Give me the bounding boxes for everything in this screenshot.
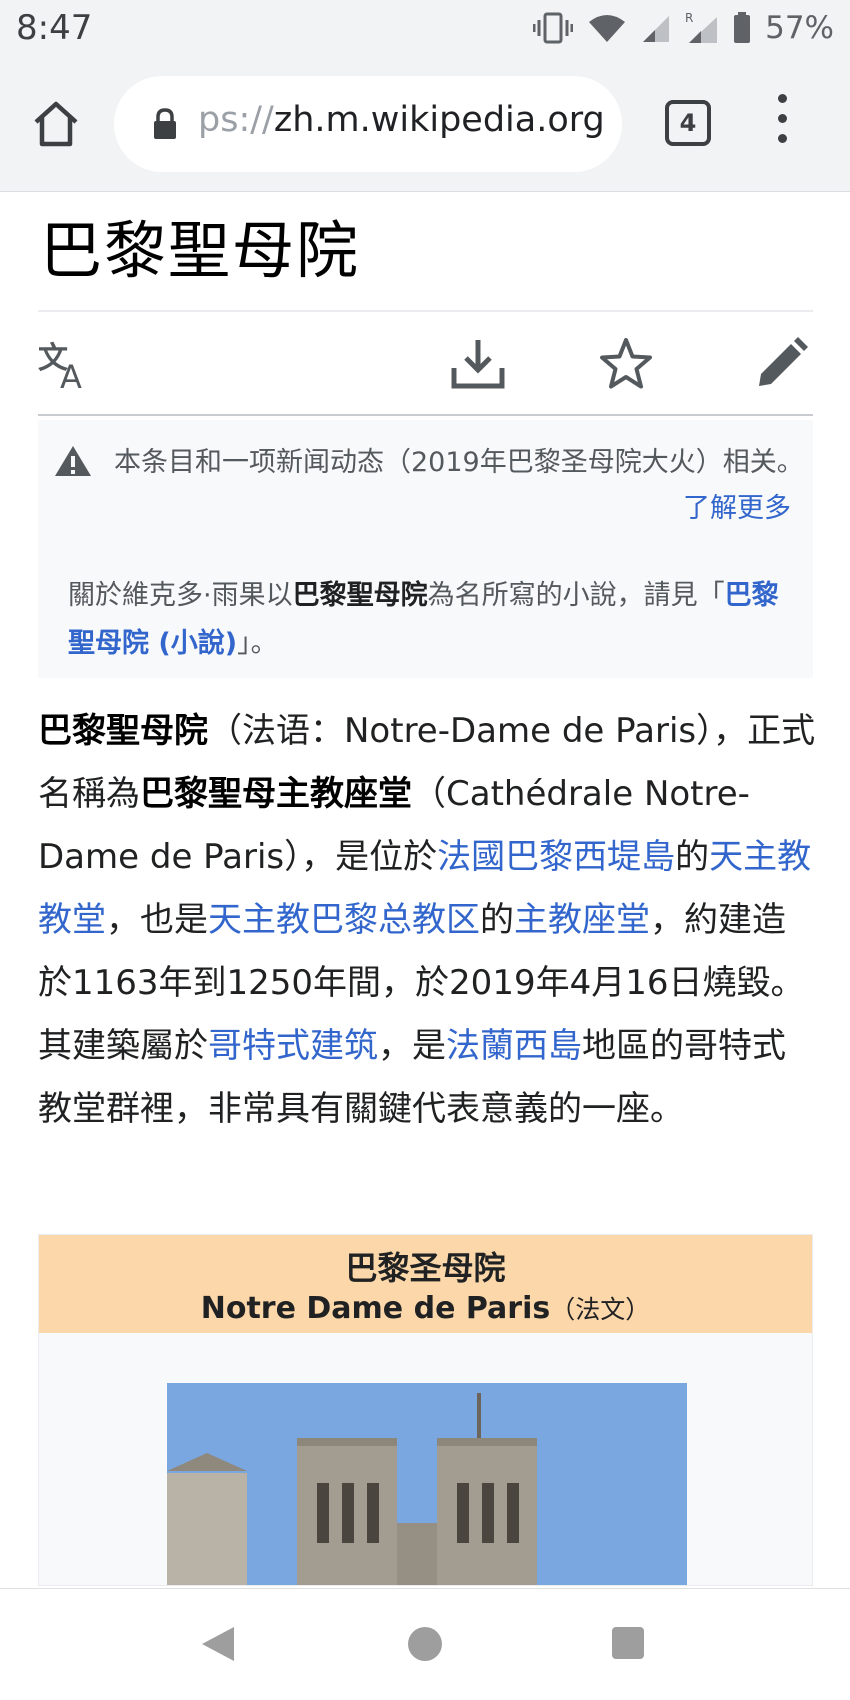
lock-icon <box>154 108 176 139</box>
home-icon[interactable] <box>30 98 82 150</box>
status-bar: 8:47 R 57% <box>0 0 850 58</box>
browser-toolbar: ps://zh.m.wikipedia.org 4 <box>0 58 850 192</box>
infobox-subtitle: Notre Dame de Paris（法文） <box>200 1291 651 1326</box>
status-time: 8:47 <box>16 8 93 48</box>
learn-more-link[interactable]: 了解更多 <box>683 486 791 525</box>
notice-box: 本条目和一项新闻动态（2019年巴黎圣母院大火）相关。 了解更多 關於維克多·雨… <box>38 420 813 678</box>
divider <box>38 310 813 312</box>
system-nav-bar <box>0 1588 850 1700</box>
link-archdiocese-paris[interactable]: 天主教巴黎总教区 <box>208 900 480 940</box>
intro-paragraph: 巴黎聖母院（法语：Notre-Dame de Paris），正式名稱為巴黎聖母主… <box>38 711 816 1129</box>
url-text: ps://zh.m.wikipedia.org <box>198 100 605 140</box>
svg-text:R: R <box>685 11 693 25</box>
link-ile-de-la-cite[interactable]: 法國巴黎西堤島 <box>437 837 675 877</box>
tab-switcher-button[interactable]: 4 <box>665 100 711 146</box>
signal-roaming-icon: R <box>685 11 718 43</box>
link-gothic-architecture[interactable]: 哥特式建筑 <box>208 1026 378 1066</box>
warning-icon <box>55 446 91 476</box>
page-actions: 文 A <box>38 322 813 412</box>
svg-text:A: A <box>60 358 82 390</box>
back-icon[interactable] <box>200 1625 236 1663</box>
signal-icon <box>643 16 670 42</box>
overflow-menu-icon[interactable] <box>770 94 794 154</box>
edit-pencil-icon[interactable] <box>753 336 809 392</box>
language-icon[interactable]: 文 A <box>38 340 98 390</box>
link-cathedral[interactable]: 主教座堂 <box>514 900 650 940</box>
divider <box>38 414 813 416</box>
battery-percent: 57% <box>765 10 834 46</box>
page-title: 巴黎聖母院 <box>40 214 361 287</box>
infobox-header: 巴黎圣母院 Notre Dame de Paris（法文） <box>39 1235 812 1333</box>
battery-icon <box>734 12 751 43</box>
infobox-title: 巴黎圣母院 <box>345 1249 506 1287</box>
watch-star-icon[interactable] <box>598 336 654 392</box>
link-ile-de-france[interactable]: 法蘭西島 <box>446 1026 582 1066</box>
download-icon[interactable] <box>450 336 506 392</box>
cathedral-photo[interactable] <box>167 1383 687 1586</box>
status-icons: R 57% <box>533 10 834 46</box>
wifi-icon <box>589 15 626 42</box>
infobox: 巴黎圣母院 Notre Dame de Paris（法文） <box>38 1234 813 1586</box>
recents-icon[interactable] <box>612 1627 644 1659</box>
current-event-notice: 本条目和一项新闻动态（2019年巴黎圣母院大火）相关。 <box>114 447 804 478</box>
home-nav-icon[interactable] <box>408 1627 442 1661</box>
vibrate-icon <box>533 12 574 44</box>
address-bar[interactable]: ps://zh.m.wikipedia.org <box>114 76 622 172</box>
hatnote: 關於維克多·雨果以巴黎聖母院為名所寫的小說，請見「巴黎聖母院 (小說)」。 <box>68 580 779 659</box>
